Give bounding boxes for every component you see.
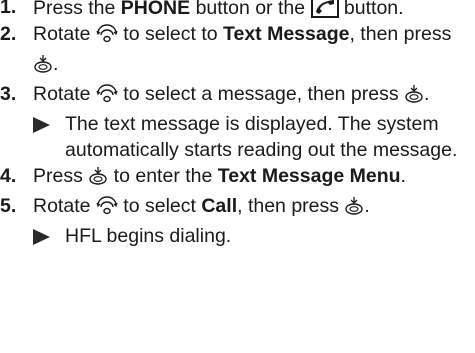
step-text: Rotate: [33, 23, 96, 45]
step-text: button or the: [190, 0, 311, 19]
menu-label: Text Message Menu: [217, 165, 401, 187]
step-text: Press: [33, 165, 89, 187]
step-text: button.: [338, 0, 404, 19]
press-knob-icon: [404, 84, 424, 111]
step-text: .: [424, 83, 430, 105]
step-5-result: HFL begins dialing.: [33, 223, 475, 249]
result-arrow-icon: [33, 229, 50, 245]
step-number: 4.: [0, 165, 17, 187]
result-text: The text message is displayed. The syste…: [65, 113, 458, 161]
rotate-knob-icon: [96, 196, 118, 223]
step-text: to select a message, then press: [117, 83, 405, 105]
menu-item-label: Text Message: [223, 23, 350, 45]
phone-button-label: PHONE: [120, 0, 191, 19]
step-text: .: [53, 53, 59, 75]
step-4: 4. Press to enter the Text Message Menu.: [0, 163, 475, 193]
step-text: Rotate: [33, 83, 96, 105]
step-text: , then press: [349, 23, 452, 45]
phone-pickup-icon: [310, 0, 339, 18]
press-knob-icon: [88, 166, 108, 193]
step-3-result: The text message is displayed. The syste…: [33, 111, 475, 163]
step-number: 2.: [0, 23, 17, 45]
step-text: Rotate: [33, 195, 96, 217]
press-knob-icon: [33, 54, 53, 81]
step-1: 1. Press the PHONE button or the button.: [0, 0, 475, 21]
step-text: .: [400, 165, 406, 187]
press-knob-icon: [344, 196, 364, 223]
call-option-label: Call: [201, 195, 238, 217]
step-text: to enter the: [108, 165, 218, 187]
step-number: 1.: [0, 0, 17, 18]
instruction-list: 1. Press the PHONE button or the button.…: [0, 0, 475, 249]
step-number: 3.: [0, 83, 17, 105]
step-3: 3. Rotate to select a message, then pres…: [0, 81, 475, 111]
step-text: Press the: [33, 0, 121, 19]
step-text: to select to: [117, 23, 224, 45]
step-text: .: [364, 195, 370, 217]
step-text: , then press: [237, 195, 345, 217]
step-5: 5. Rotate to select Call, then press .: [0, 193, 475, 223]
step-text: to select: [117, 195, 202, 217]
result-text: HFL begins dialing.: [65, 225, 232, 247]
step-number: 5.: [0, 195, 17, 217]
rotate-knob-icon: [96, 24, 118, 51]
rotate-knob-icon: [96, 84, 118, 111]
step-2: 2. Rotate to select to Text Message, the…: [0, 21, 475, 81]
result-arrow-icon: [33, 117, 50, 133]
